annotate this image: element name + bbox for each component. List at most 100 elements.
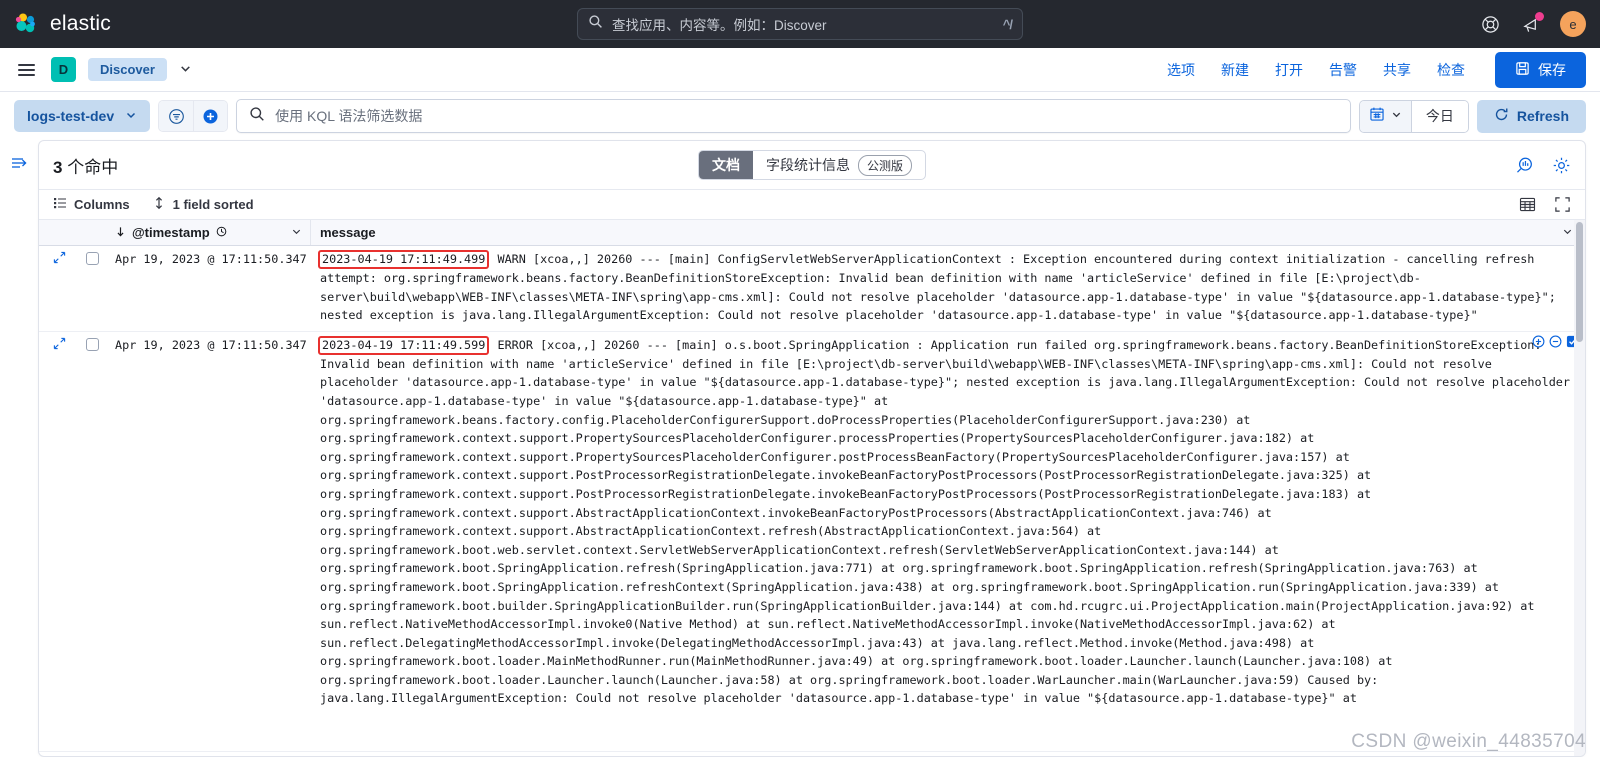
scrollbar-thumb[interactable]: [1576, 222, 1583, 342]
column-header-timestamp[interactable]: @timestamp: [106, 220, 311, 245]
data-grid: @timestamp message Apr 19, 2023 @ 17:11:…: [39, 220, 1585, 756]
save-button[interactable]: 保存: [1495, 51, 1586, 88]
elastic-logo-icon: [14, 11, 40, 37]
date-range-value[interactable]: 今日: [1411, 100, 1468, 132]
calendar-icon: [1369, 106, 1385, 127]
hits-label: 个命中: [67, 157, 119, 177]
refresh-button[interactable]: Refresh: [1476, 99, 1586, 133]
add-filter-button[interactable]: [193, 101, 228, 131]
application-nav-bar: D Discover 选项 新建 打开 告警 共享 检查 保存: [0, 48, 1600, 92]
cell-timestamp: Apr 19, 2023 @ 17:11:50.347: [115, 337, 307, 352]
sort-fields-button[interactable]: 1 field sorted: [152, 196, 254, 213]
highlighted-timestamp: 2023-04-19 17:11:49.599: [318, 335, 490, 355]
tab-documents-label: 文档: [711, 157, 740, 173]
nav-actions: 选项 新建 打开 告警 共享 检查 保存: [1167, 51, 1586, 88]
grid-vertical-scrollbar[interactable]: [1574, 220, 1585, 756]
column-menu-chevron-icon[interactable]: [1562, 226, 1573, 240]
sidebar-rail: [0, 140, 38, 757]
filter-options-icon[interactable]: [159, 101, 194, 131]
chevron-down-icon: [1391, 107, 1402, 125]
kql-placeholder: 使用 KQL 语法筛选数据: [275, 108, 423, 124]
cell-timestamp: Apr 19, 2023 @ 17:11:50.347: [115, 252, 307, 266]
help-lifebuoy-icon[interactable]: [1478, 12, 1502, 36]
beta-badge: 公测版: [857, 154, 913, 176]
notification-dot: [1535, 12, 1544, 21]
row-select-cell: [79, 332, 106, 751]
table-row[interactable]: Apr 19, 2023 @ 17:11:50.347 2023-04-19 1…: [39, 332, 1585, 753]
grid-toolbar: Columns 1 field sorted: [39, 189, 1585, 220]
data-view-selector[interactable]: logs-test-dev: [14, 100, 151, 132]
header-actions: e: [1478, 11, 1586, 37]
search-icon: [588, 14, 603, 34]
data-view-label: logs-test-dev: [27, 108, 115, 124]
brand-name: elastic: [50, 12, 111, 35]
column-header-message-label: message: [320, 225, 376, 240]
cell-message: 2023-04-19 17:11:49.499 WARN [xcoa,,] 20…: [311, 246, 1585, 331]
columns-button-label: Columns: [74, 197, 130, 212]
global-search-bar[interactable]: 查找应用、内容等。例如：Discover ^/: [577, 8, 1023, 40]
message-text: WARN [xcoa,,] 20260 --- [main] ConfigSer…: [320, 252, 1563, 323]
hits-number: 3: [53, 157, 63, 177]
calendar-button[interactable]: [1359, 100, 1412, 132]
clock-icon: [216, 225, 227, 240]
row-checkbox[interactable]: [86, 252, 99, 265]
display-density-icon[interactable]: [1519, 196, 1536, 213]
expand-document-icon[interactable]: [53, 337, 66, 356]
row-select-cell: [79, 246, 106, 331]
hits-count: 3 个命中: [53, 153, 118, 178]
sort-descending-icon: [115, 225, 126, 240]
news-megaphone-icon[interactable]: [1519, 12, 1544, 36]
column-header-timestamp-label: @timestamp: [132, 225, 210, 240]
view-tabs: 文档 字段统计信息 公测版: [697, 150, 927, 180]
documents-panel: 3 个命中 文档 字段统计信息 公测版 Columns 1 field sort…: [38, 140, 1586, 757]
row-checkbox[interactable]: [86, 337, 99, 351]
save-disk-icon: [1515, 61, 1530, 79]
save-button-label: 保存: [1538, 61, 1566, 78]
filter-out-value-icon[interactable]: [1549, 335, 1562, 348]
refresh-icon: [1494, 107, 1509, 125]
cell-action-buttons: [1532, 335, 1579, 348]
nav-link-open[interactable]: 打开: [1275, 60, 1303, 80]
chevron-down-icon[interactable]: [179, 62, 192, 78]
columns-list-icon: [53, 196, 67, 213]
app-badge-discover[interactable]: D: [51, 57, 76, 82]
highlighted-timestamp: 2023-04-19 17:11:49.499: [318, 250, 490, 269]
nav-link-new[interactable]: 新建: [1221, 60, 1249, 80]
sort-fields-label: 1 field sorted: [172, 197, 254, 212]
columns-button[interactable]: Columns: [53, 196, 130, 213]
nav-link-alerts[interactable]: 告警: [1329, 60, 1357, 80]
chevron-down-icon: [125, 109, 137, 124]
row-expand-cell: [39, 246, 79, 331]
expand-document-icon[interactable]: [53, 251, 66, 270]
grid-settings-gear-icon[interactable]: [1552, 156, 1571, 175]
nav-link-share[interactable]: 共享: [1383, 60, 1411, 80]
grid-header-row: @timestamp message: [39, 220, 1585, 246]
breadcrumb[interactable]: Discover: [88, 58, 167, 81]
column-header-message[interactable]: message: [311, 220, 1585, 245]
filter-controls: [158, 100, 229, 132]
column-menu-chevron-icon[interactable]: [291, 226, 302, 240]
expand-field-sidebar-icon[interactable]: [10, 154, 28, 177]
tab-field-statistics-label: 字段统计信息: [765, 157, 850, 173]
table-row[interactable]: Apr 19, 2023 @ 17:11:50.347 2023-04-19 1…: [39, 246, 1585, 332]
row-expand-cell: [39, 332, 79, 751]
nav-link-options[interactable]: 选项: [1167, 60, 1195, 80]
date-picker: 今日: [1358, 99, 1469, 133]
main-content: 3 个命中 文档 字段统计信息 公测版 Columns 1 field sort…: [0, 140, 1600, 757]
tab-field-statistics[interactable]: 字段统计信息 公测版: [753, 151, 925, 179]
panel-header-actions: [1515, 156, 1571, 175]
global-header: elastic 查找应用、内容等。例如：Discover ^/ e: [0, 0, 1600, 48]
nav-link-inspect[interactable]: 检查: [1437, 60, 1465, 80]
fullscreen-icon[interactable]: [1554, 196, 1571, 213]
search-icon: [249, 106, 265, 127]
avatar[interactable]: e: [1560, 11, 1586, 37]
panel-header: 3 个命中 文档 字段统计信息 公测版: [39, 141, 1585, 189]
filter-for-value-icon[interactable]: [1532, 335, 1545, 348]
kql-query-input[interactable]: 使用 KQL 语法筛选数据: [236, 99, 1351, 133]
tab-documents[interactable]: 文档: [698, 151, 753, 179]
sort-icon: [152, 196, 166, 213]
inspect-chart-icon[interactable]: [1515, 156, 1534, 175]
global-search-input[interactable]: 查找应用、内容等。例如：Discover: [612, 14, 994, 34]
menu-hamburger-icon[interactable]: [14, 60, 39, 80]
brand[interactable]: elastic: [14, 11, 111, 37]
